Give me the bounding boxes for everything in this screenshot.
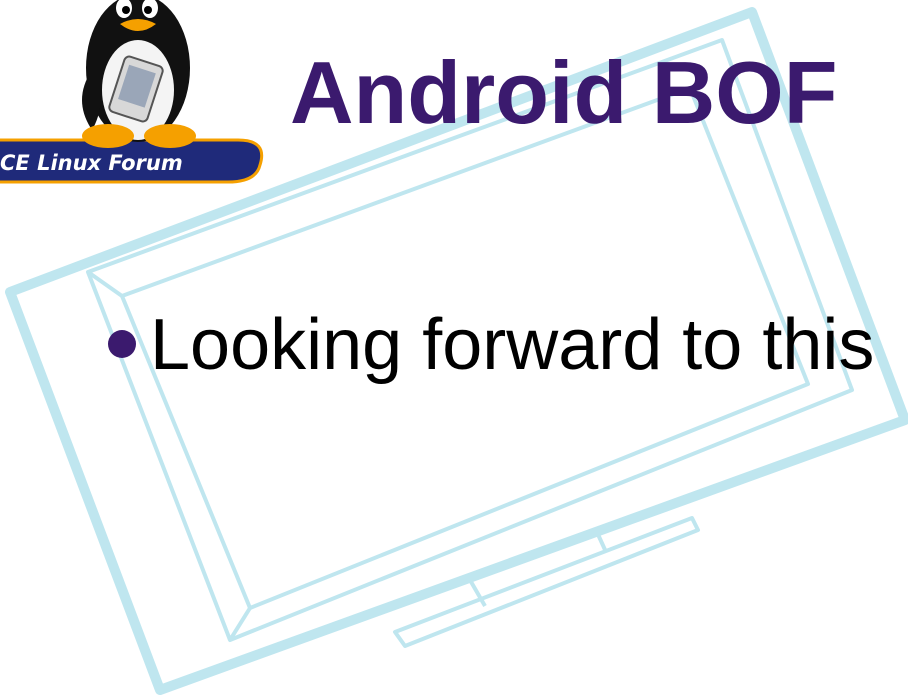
bullet-text: Looking forward to this bbox=[150, 305, 875, 385]
slide: CE Linux Forum Android BOF Looking forwa… bbox=[0, 0, 908, 698]
logo-text: CE Linux Forum bbox=[0, 151, 183, 175]
bullet-dot-icon bbox=[108, 330, 136, 358]
slide-title: Android BOF bbox=[290, 43, 838, 142]
